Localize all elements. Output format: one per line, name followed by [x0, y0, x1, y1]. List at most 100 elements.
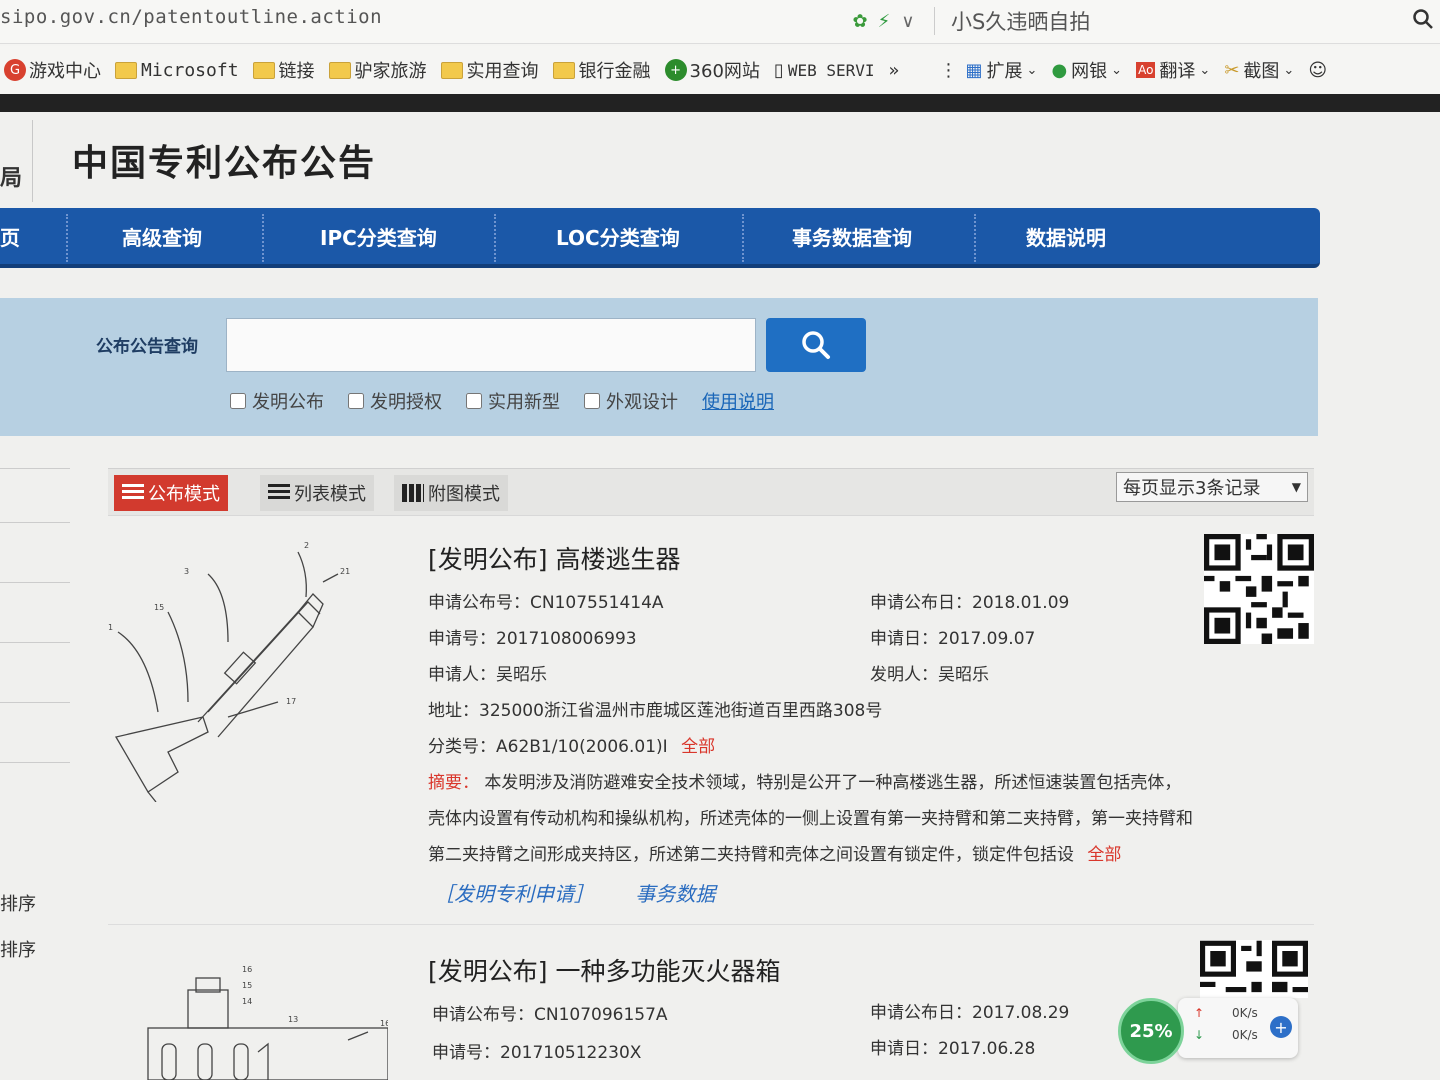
- divider: [934, 7, 935, 35]
- nav-data-description[interactable]: 数据说明: [1026, 222, 1106, 251]
- chevron-down-icon[interactable]: ∨: [896, 9, 920, 33]
- scissors-icon: ✂: [1224, 59, 1240, 81]
- svg-text:14: 14: [242, 997, 252, 1006]
- filter-invention-grant[interactable]: 发明授权: [348, 388, 442, 414]
- left-divider: [0, 702, 70, 703]
- patent-application-link[interactable]: ［发明专利申请］: [434, 882, 594, 906]
- nav-home[interactable]: 页: [0, 222, 20, 251]
- svg-text:21: 21: [340, 567, 350, 576]
- logo-text: 局: [0, 166, 23, 191]
- qr-code-image: [1204, 534, 1314, 644]
- nav-divider: [66, 214, 68, 262]
- abstract-line: 摘要： 本发明涉及消防避难安全技术领域，特别是公开了一种高楼逃生器，所述恒速装置…: [428, 768, 1181, 793]
- bookmark-360[interactable]: +360网站: [664, 57, 760, 83]
- bookmarks-overflow-button[interactable]: »: [889, 60, 900, 81]
- svg-text:1: 1: [108, 623, 113, 632]
- extension-label: 翻译: [1159, 61, 1196, 82]
- abstract-all-link[interactable]: 全部: [1087, 845, 1121, 865]
- search-icon: [802, 331, 830, 359]
- patent-drawing-image[interactable]: 1 15 3 2 21 17: [108, 532, 368, 802]
- left-divider: [0, 762, 70, 763]
- classification-all-link[interactable]: 全部: [681, 737, 715, 757]
- emoji-icon[interactable]: ☺: [1308, 60, 1327, 81]
- classification-number: 分类号：A62B1/10(2006.01)I: [428, 737, 668, 757]
- search-icon[interactable]: [1412, 8, 1440, 36]
- application-number: 申请号：2017108006993: [428, 629, 637, 649]
- list-icon: [268, 484, 290, 502]
- nav-loc-search[interactable]: LOC分类查询: [556, 222, 680, 251]
- extension-translate[interactable]: Ao 翻译 ⌄: [1136, 57, 1210, 83]
- inventor: 发明人：吴昭乐: [870, 665, 989, 685]
- publication-date: 申请公布日：2018.01.09: [870, 593, 1070, 613]
- record-title[interactable]: [发明公布] 高楼逃生器: [428, 540, 680, 576]
- bookmark-microsoft[interactable]: Microsoft: [115, 60, 239, 81]
- plus-icon[interactable]: +: [1270, 1016, 1292, 1038]
- bookmark-bank[interactable]: 银行金融: [552, 57, 651, 83]
- lightning-icon[interactable]: ⚡: [872, 9, 896, 33]
- filter-design[interactable]: 外观设计: [584, 388, 678, 414]
- logo-divider: [32, 120, 33, 202]
- search-type-filters: 发明公布 发明授权 实用新型 外观设计 使用说明: [230, 388, 774, 414]
- chevron-down-icon: ⌄: [1199, 62, 1211, 78]
- bookmark-web-service[interactable]: ▯ WEB SERVI: [774, 60, 875, 81]
- checkbox-label: 外观设计: [606, 392, 678, 413]
- checkbox-label: 实用新型: [488, 392, 560, 413]
- nav-advanced-search[interactable]: 高级查询: [122, 222, 202, 251]
- publication-number: 申请公布号：CN107096157A: [432, 1005, 668, 1025]
- filter-invention-publication[interactable]: 发明公布: [230, 388, 324, 414]
- record-title[interactable]: [发明公布] 一种多功能灭火器箱: [428, 952, 780, 988]
- mode-label: 公布模式: [148, 484, 220, 505]
- bookmarks-bar: G 游戏中心 Microsoft 链接 驴家旅游 实用查询 银行金融 +360网站…: [0, 46, 1440, 94]
- upload-speed: 0K/s: [1232, 1006, 1258, 1020]
- record-links: ［发明专利申请］ 事务数据: [434, 878, 715, 907]
- mode-drawing-button[interactable]: 附图模式: [394, 475, 508, 511]
- news-headline[interactable]: 小S久违晒自拍: [951, 6, 1090, 36]
- extension-screenshot[interactable]: ✂ 截图 ⌄: [1224, 57, 1294, 83]
- help-link[interactable]: 使用说明: [702, 388, 774, 414]
- transaction-data-link[interactable]: 事务数据: [635, 882, 715, 906]
- recycle-icon[interactable]: ✿: [848, 9, 872, 33]
- folder-icon: [440, 61, 463, 79]
- bookmark-label: 链接: [278, 61, 315, 82]
- checkbox[interactable]: [348, 393, 364, 409]
- record-divider: [108, 924, 1314, 925]
- per-page-select[interactable]: 每页显示3条记录 ▼: [1116, 472, 1308, 502]
- bookmark-utility[interactable]: 实用查询: [440, 57, 539, 83]
- extension-extend[interactable]: ▦ 扩展 ⌄: [966, 57, 1038, 83]
- nav-transaction-search[interactable]: 事务数据查询: [792, 222, 912, 251]
- url-text[interactable]: sipo.gov.cn/patentoutline.action: [0, 6, 382, 28]
- bookmark-links[interactable]: 链接: [252, 57, 315, 83]
- svg-text:15: 15: [242, 981, 252, 990]
- menu-dots-icon[interactable]: ⋮: [940, 60, 958, 81]
- search-button[interactable]: [766, 318, 866, 372]
- grid-icon: [402, 484, 424, 502]
- application-date: 申请日：2017.09.07: [870, 629, 1036, 649]
- bookmark-label: 银行金融: [578, 61, 651, 82]
- download-speed: 0K/s: [1232, 1028, 1258, 1042]
- filter-utility-model[interactable]: 实用新型: [466, 388, 560, 414]
- bookmark-game-center[interactable]: G 游戏中心: [4, 57, 101, 83]
- nav-ipc-search[interactable]: IPC分类查询: [320, 222, 437, 251]
- checkbox[interactable]: [584, 393, 600, 409]
- sort-option[interactable]: 排序: [0, 890, 36, 916]
- search-input[interactable]: [226, 318, 756, 372]
- address: 地址：325000浙江省温州市鹿城区莲池街道百里西路308号: [428, 701, 883, 721]
- memory-usage-badge[interactable]: 25%: [1118, 998, 1184, 1064]
- sort-option[interactable]: 排序: [0, 936, 36, 962]
- mode-list-button[interactable]: 列表模式: [260, 475, 374, 511]
- mode-publication-button[interactable]: 公布模式: [114, 475, 228, 511]
- abstract-line: 第二夹持臂之间形成夹持区，所述第二夹持臂和壳体之间设置有锁定件，锁定件包括设 全…: [428, 840, 1121, 865]
- publication-date: 申请公布日：2017.08.29: [870, 1003, 1070, 1023]
- patent-drawing-image[interactable]: 16 15 14 13 16: [118, 960, 388, 1080]
- checkbox[interactable]: [466, 393, 482, 409]
- chevron-down-icon: ⌄: [1283, 62, 1295, 78]
- checkbox[interactable]: [230, 393, 246, 409]
- svg-text:15: 15: [154, 603, 164, 612]
- shield-icon: ●: [1051, 59, 1068, 81]
- extension-netbank[interactable]: ● 网银 ⌄: [1051, 57, 1122, 83]
- bookmark-label: 360网站: [689, 61, 760, 82]
- application-date: 申请日：2017.06.28: [870, 1039, 1036, 1059]
- network-speed-widget[interactable]: ↑ 0K/s ↓ 0K/s + 25%: [1118, 992, 1308, 1068]
- browser-address-bar[interactable]: sipo.gov.cn/patentoutline.action ✿ ⚡ ∨ 小…: [0, 0, 1440, 44]
- bookmark-travel[interactable]: 驴家旅游: [328, 57, 427, 83]
